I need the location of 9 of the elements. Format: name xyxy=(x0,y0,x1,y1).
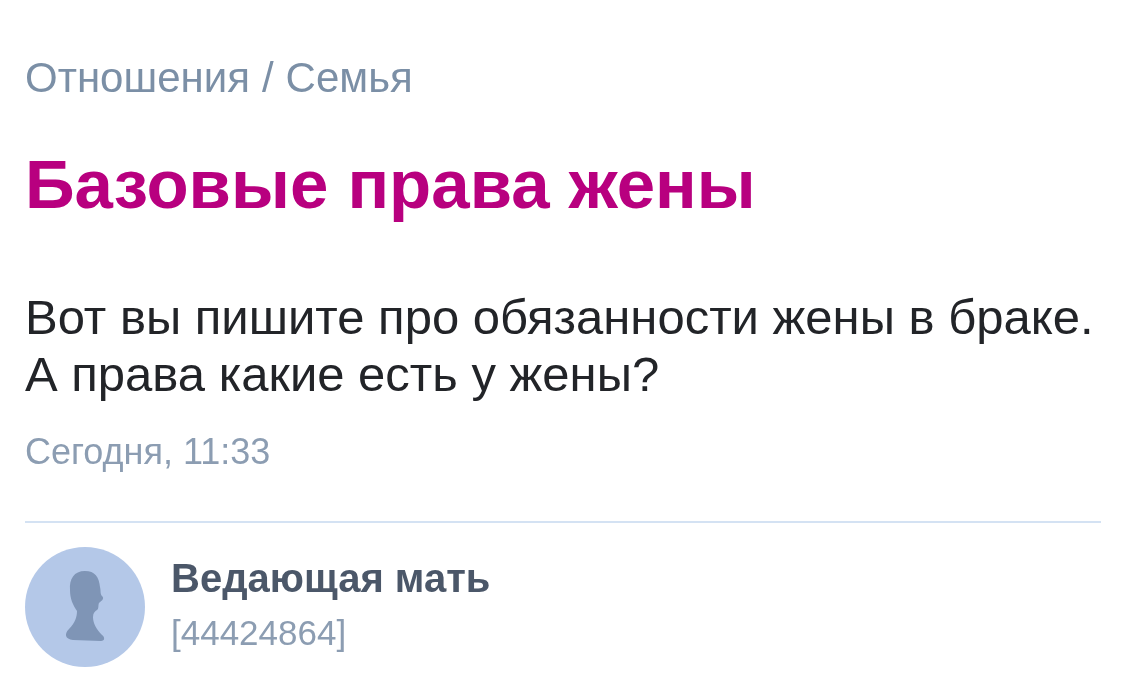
post-time: Сегодня, 11:33 xyxy=(25,430,271,474)
post-body: Вот вы пишите про обязанности жены в браке. А права какие есть у жены? xyxy=(25,289,1095,403)
post-title: Базовые права жены xyxy=(25,147,756,223)
breadcrumb-link[interactable]: Семья xyxy=(285,53,413,103)
author-name[interactable]: Ведающая мать xyxy=(171,554,491,602)
breadcrumb-separator: / xyxy=(261,53,274,103)
avatar-silhouette-icon xyxy=(25,547,145,667)
author-id: [44424864] xyxy=(171,612,347,654)
breadcrumb-link[interactable]: Отношения xyxy=(25,53,250,103)
